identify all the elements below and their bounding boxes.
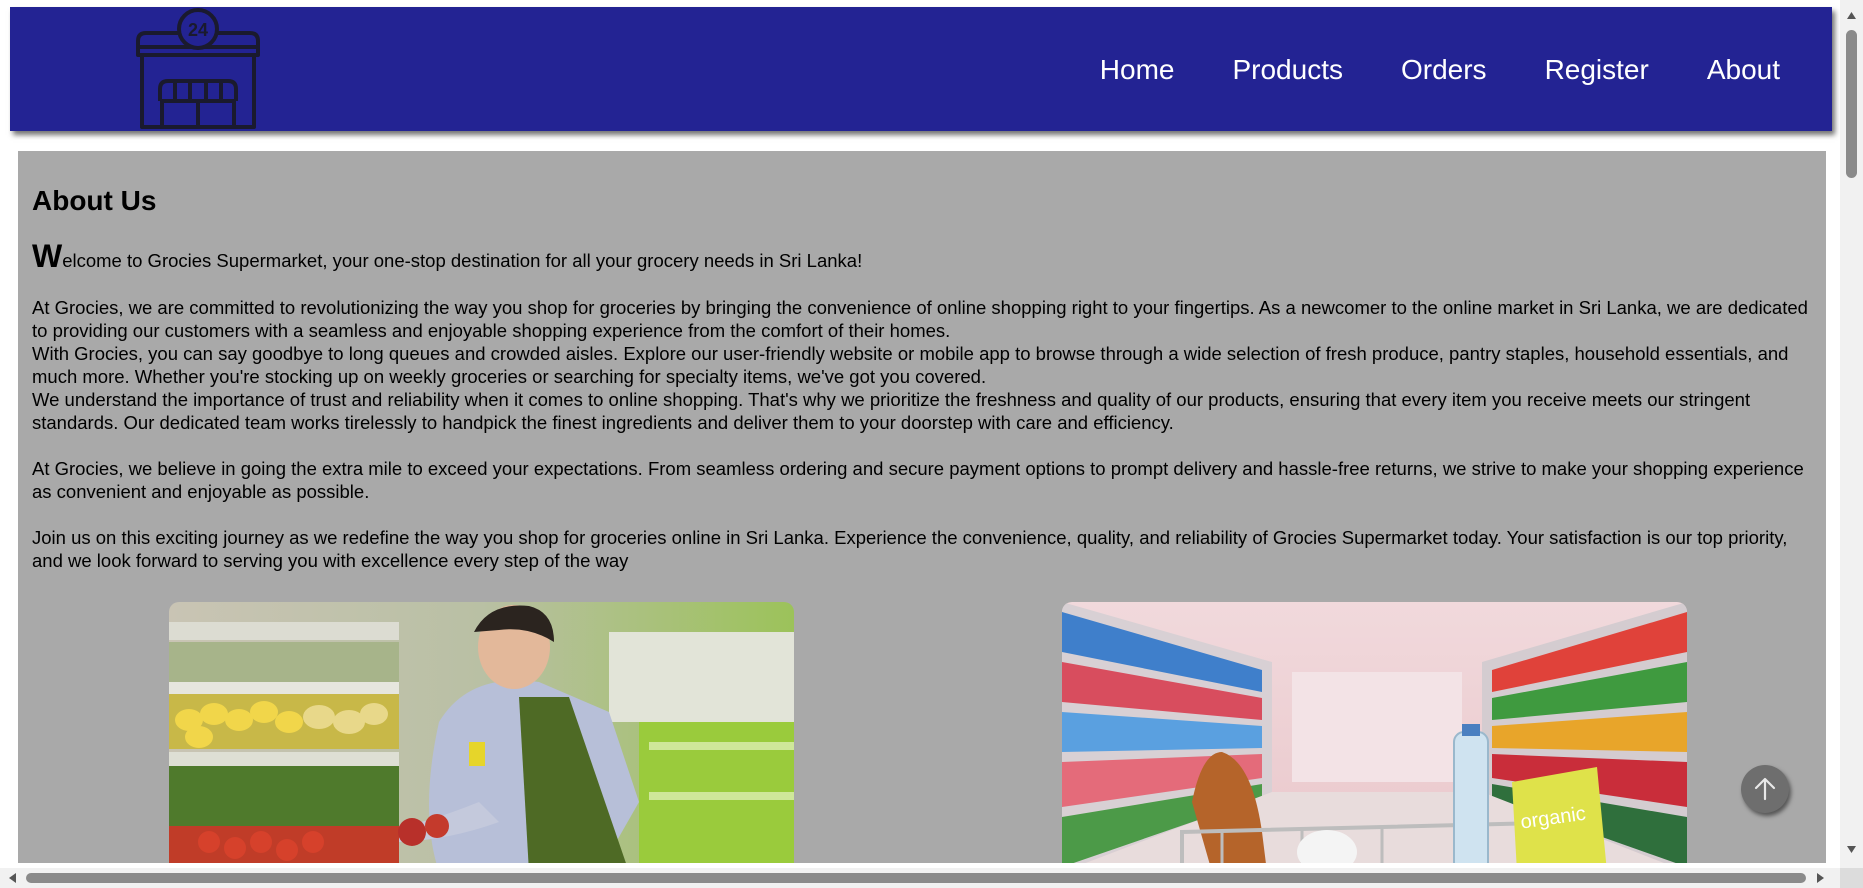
nav-about[interactable]: About	[1707, 54, 1780, 86]
nav-products[interactable]: Products	[1232, 54, 1343, 86]
nav-home[interactable]: Home	[1100, 54, 1175, 86]
scroll-left-arrow-icon	[9, 873, 16, 883]
vertical-scroll-thumb[interactable]	[1846, 30, 1857, 178]
grocer-produce-photo	[169, 602, 794, 863]
horizontal-scrollbar[interactable]	[0, 868, 1840, 888]
about-section: About Us Welcome to Grocies Supermarket,…	[18, 151, 1826, 863]
scrollbar-corner	[1840, 868, 1863, 888]
about-paragraph-3: We understand the importance of trust an…	[32, 389, 1751, 433]
about-paragraph-1: At Grocies, we are committed to revoluti…	[32, 297, 1808, 341]
scroll-down-arrow-icon	[1847, 846, 1856, 853]
horizontal-scroll-thumb[interactable]	[26, 873, 1806, 883]
store-24h-logo-icon[interactable]: 24	[130, 7, 266, 131]
nav-orders[interactable]: Orders	[1401, 54, 1487, 86]
about-paragraph-4: At Grocies, we believe in going the extr…	[32, 458, 1804, 502]
about-paragraph-5: Join us on this exciting journey as we r…	[32, 527, 1788, 571]
about-text: Welcome to Grocies Supermarket, your one…	[32, 240, 1822, 572]
navbar: 24 Home Products Orders Register About	[10, 7, 1832, 131]
scroll-right-arrow-icon	[1817, 873, 1824, 883]
supermarket-aisle-photo: organic	[1062, 602, 1687, 863]
logo-badge-text: 24	[188, 20, 208, 40]
nav-register[interactable]: Register	[1545, 54, 1649, 86]
welcome-dropcap: W	[32, 238, 63, 274]
scroll-to-top-button[interactable]	[1741, 765, 1789, 813]
welcome-line: Welcome to Grocies Supermarket, your one…	[32, 240, 1822, 272]
vertical-scrollbar[interactable]	[1840, 0, 1863, 870]
scroll-up-arrow-icon	[1847, 12, 1856, 19]
about-heading: About Us	[32, 185, 157, 216]
arrow-up-icon	[1754, 777, 1776, 801]
page: 24 Home Products Orders Register About A…	[0, 0, 1863, 888]
about-paragraph-2: With Grocies, you can say goodbye to lon…	[32, 343, 1789, 387]
nav-links: Home Products Orders Register About	[1100, 54, 1780, 86]
welcome-text: elcome to Grocies Supermarket, your one-…	[62, 250, 863, 271]
